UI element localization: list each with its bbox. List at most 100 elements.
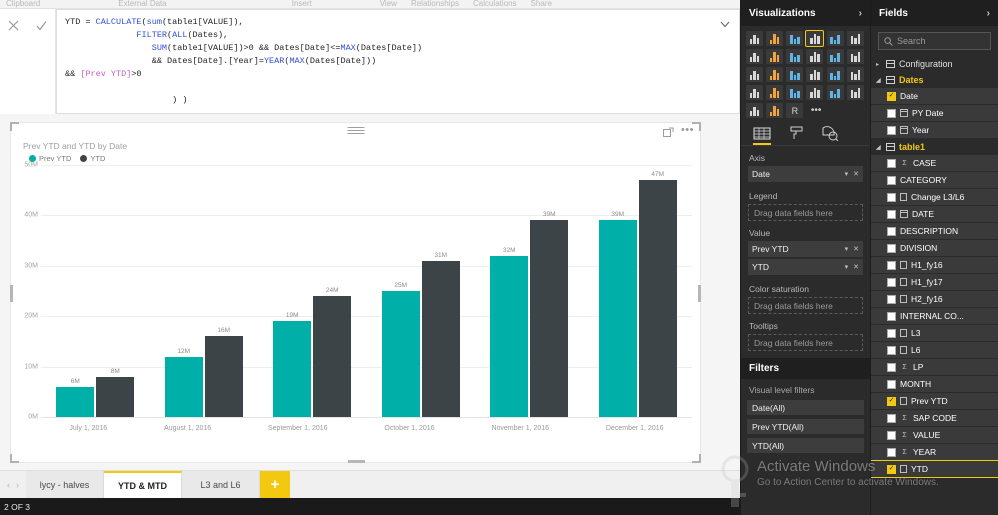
close-icon[interactable]: ✕ <box>853 170 859 178</box>
field-row-l3[interactable]: L3 <box>871 325 998 341</box>
line-chart-icon[interactable] <box>746 49 763 64</box>
chevron-left-icon[interactable]: ‹ <box>7 480 10 490</box>
bar-ytd[interactable] <box>530 220 569 417</box>
bar-column[interactable]: 24M <box>313 165 352 417</box>
ribbon-tab-external-data[interactable]: External Data <box>118 0 166 8</box>
field-checkbox[interactable] <box>887 158 896 168</box>
field-row-case[interactable]: Σ CASE <box>871 155 998 171</box>
bar-column[interactable]: 6M <box>56 165 95 417</box>
well-dropzone[interactable]: Drag data fields here <box>748 204 863 221</box>
field-row-month[interactable]: MONTH <box>871 376 998 392</box>
resize-handle-bottom-right[interactable] <box>692 454 701 463</box>
100-stacked-column-chart-icon[interactable] <box>846 31 864 46</box>
field-checkbox[interactable] <box>887 464 896 474</box>
page-tab-ytd-mtd[interactable]: YTD & MTD <box>104 471 182 498</box>
field-checkbox[interactable] <box>887 175 896 185</box>
cancel-formula-button[interactable] <box>4 15 24 35</box>
add-page-button[interactable]: + <box>260 471 290 498</box>
field-row-description[interactable]: DESCRIPTION <box>871 223 998 239</box>
field-row-value[interactable]: Σ VALUE <box>871 427 998 443</box>
filter-card-ytd-all-[interactable]: YTD(All) <box>747 438 864 453</box>
field-row-ytd[interactable]: YTD <box>871 460 998 478</box>
stacked-bar-chart-icon[interactable] <box>746 31 763 46</box>
gauge-icon[interactable] <box>786 85 804 100</box>
legend-item-ytd[interactable]: YTD <box>80 154 105 163</box>
fields-search-box[interactable]: Search <box>878 32 991 50</box>
field-row-year[interactable]: Year <box>871 122 998 138</box>
field-checkbox[interactable] <box>887 226 896 236</box>
treemap-icon[interactable] <box>786 67 804 82</box>
clustered-column-chart-icon[interactable] <box>805 30 825 47</box>
bar-ytd[interactable] <box>96 376 135 417</box>
drag-handle-icon[interactable] <box>347 127 364 134</box>
field-row-category[interactable]: CATEGORY <box>871 172 998 188</box>
field-row-sap-code[interactable]: Σ SAP CODE <box>871 410 998 426</box>
resize-handle-right[interactable] <box>698 284 701 302</box>
field-checkbox[interactable] <box>887 362 896 372</box>
filled-map-icon[interactable] <box>746 85 763 100</box>
chevron-right-icon[interactable]: › <box>859 8 862 19</box>
chevron-down-icon[interactable]: ▾ <box>845 263 849 271</box>
field-table-dates[interactable]: ◢ Dates <box>871 72 998 88</box>
stacked-column-chart-icon[interactable] <box>766 31 784 46</box>
bar-prev-ytd[interactable] <box>598 220 637 417</box>
report-canvas[interactable]: ••• Prev YTD and YTD by Date Prev YTD YT… <box>0 114 740 471</box>
field-checkbox[interactable] <box>887 447 896 457</box>
bar-column[interactable]: 16M <box>204 165 243 417</box>
close-icon[interactable]: ✕ <box>853 263 859 271</box>
field-checkbox[interactable] <box>887 294 896 304</box>
accept-formula-button[interactable] <box>31 15 51 35</box>
table-icon[interactable] <box>846 67 864 82</box>
well-chip-date[interactable]: Date ▾ ✕ <box>748 166 863 182</box>
field-checkbox[interactable] <box>887 243 896 253</box>
field-row-py-date[interactable]: PY Date <box>871 105 998 121</box>
field-row-h1-fy17[interactable]: H1_fy17 <box>871 274 998 290</box>
field-checkbox[interactable] <box>887 260 896 270</box>
bar-column[interactable]: 39M <box>598 165 637 417</box>
page-tab-lycy-halves[interactable]: lycy - halves <box>26 471 104 498</box>
card-icon[interactable] <box>806 85 824 100</box>
field-checkbox[interactable] <box>887 430 896 440</box>
field-row-prev-ytd[interactable]: Prev YTD <box>871 393 998 409</box>
100-stacked-bar-chart-icon[interactable] <box>826 31 844 46</box>
matrix-icon[interactable] <box>826 67 844 82</box>
bar-ytd[interactable] <box>313 296 352 417</box>
field-checkbox[interactable] <box>887 192 896 202</box>
field-checkbox[interactable] <box>887 209 896 219</box>
well-chip-ytd[interactable]: YTD ▾ ✕ <box>748 259 863 275</box>
line-clustered-column-chart-icon[interactable] <box>826 49 844 64</box>
field-table-configuration[interactable]: ▸ Configuration <box>871 56 998 72</box>
line-stacked-column-chart-icon[interactable] <box>806 49 824 64</box>
bar-ytd[interactable] <box>638 180 677 417</box>
bar-ytd[interactable] <box>421 260 460 417</box>
donut-chart-icon[interactable] <box>766 103 784 118</box>
focus-mode-icon[interactable] <box>662 125 674 137</box>
ribbon-tab-insert[interactable]: Insert <box>292 0 312 8</box>
ribbon-tab-share[interactable]: Share <box>531 0 552 8</box>
area-chart-icon[interactable] <box>766 49 784 64</box>
field-checkbox[interactable] <box>887 345 896 355</box>
funnel-icon[interactable] <box>766 85 784 100</box>
field-table-table1[interactable]: ◢ table1 <box>871 139 998 155</box>
field-checkbox[interactable] <box>887 108 896 118</box>
resize-handle-bottom[interactable] <box>347 460 365 463</box>
bar-column[interactable]: 12M <box>164 165 203 417</box>
bar-column[interactable]: 32M <box>490 165 529 417</box>
close-icon[interactable]: ✕ <box>853 245 859 253</box>
fields-tab[interactable] <box>753 126 771 145</box>
chevron-right-icon[interactable]: › <box>987 8 990 19</box>
well-chip-prev-ytd[interactable]: Prev YTD ▾ ✕ <box>748 241 863 257</box>
field-checkbox[interactable] <box>887 277 896 287</box>
analytics-tab[interactable] <box>821 126 839 142</box>
chevron-down-icon[interactable]: ◢ <box>876 77 882 84</box>
field-checkbox[interactable] <box>887 413 896 423</box>
ribbon-chart-icon[interactable] <box>846 49 864 64</box>
dax-formula-editor[interactable]: YTD = CALCULATE(sum(table1[VALUE]), FILT… <box>56 9 740 114</box>
filter-card-prev-ytd-all-[interactable]: Prev YTD(All) <box>747 419 864 434</box>
bar-column[interactable]: 19M <box>273 165 312 417</box>
chevron-down-icon[interactable]: ◢ <box>876 144 882 151</box>
field-checkbox[interactable] <box>887 396 896 406</box>
multi-row-card-icon[interactable] <box>826 85 844 100</box>
pie-chart-icon[interactable] <box>766 67 784 82</box>
stacked-area-chart-icon[interactable] <box>786 49 804 64</box>
